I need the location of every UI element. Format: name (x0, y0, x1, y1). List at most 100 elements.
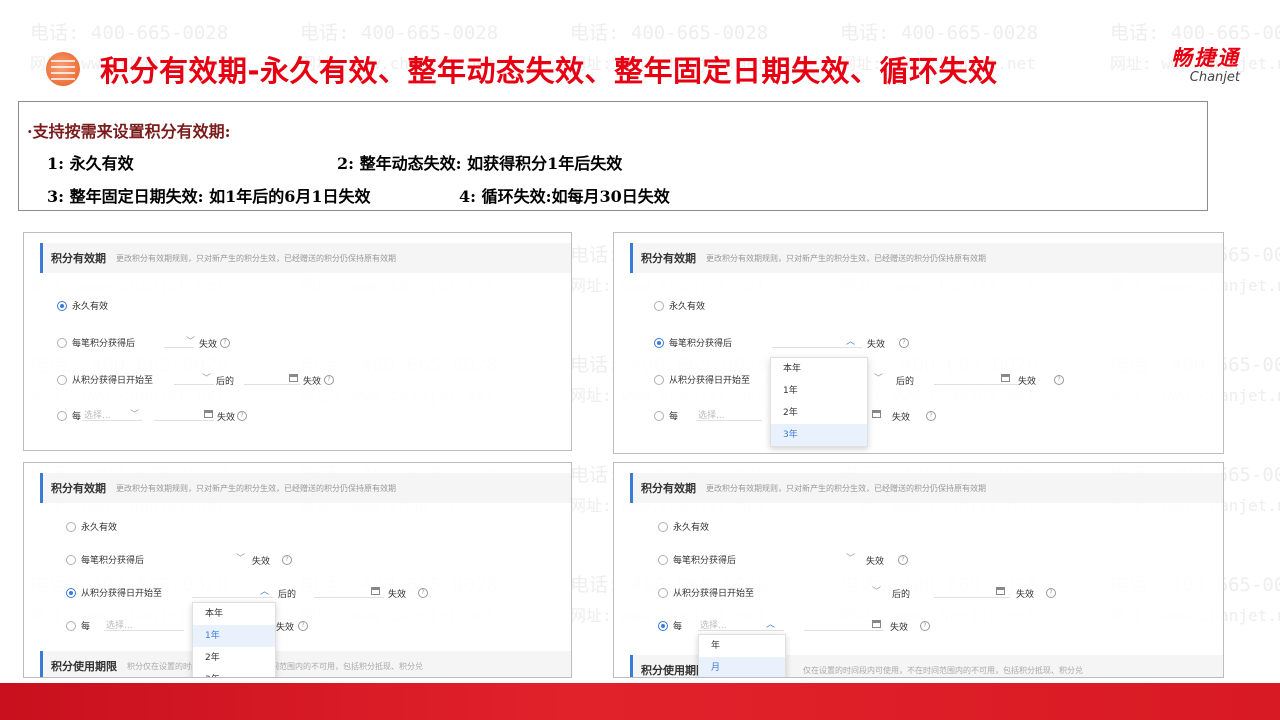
help-circle-icon: ? (1046, 588, 1056, 598)
calendar-icon[interactable] (872, 410, 881, 418)
option-from-date[interactable]: 从积分获得日开始至 (654, 373, 750, 386)
radio[interactable] (654, 300, 664, 311)
option-label: 每笔积分获得后 (673, 556, 737, 566)
watermark-phone: 电话: 400-665-0028 (1110, 22, 1280, 44)
chevron-down-icon: ﹀ (186, 337, 196, 347)
calendar-icon[interactable] (371, 587, 380, 595)
screenshot-from-date: 积分有效期 更改积分有效期规则，只对新产生的积分生效，已经赠送的积分仍保持原有效… (23, 462, 572, 678)
option-permanent[interactable]: 永久有效 (654, 299, 705, 312)
usage-description: 仅在设置的时间段内可使用，不在时间范围内的不可用，包括积分抵现、积分兑 (803, 665, 1083, 675)
dropdown-option-year[interactable]: 年 (699, 635, 785, 657)
radio[interactable] (658, 587, 668, 598)
option-every[interactable]: 每 (57, 409, 81, 422)
radio-selected[interactable] (57, 300, 67, 311)
help-circle-icon: ? (418, 588, 428, 598)
option-per-gain[interactable]: 每笔积分获得后 (57, 336, 135, 349)
radio[interactable] (66, 620, 76, 631)
option-from-date[interactable]: 从积分获得日开始至 (658, 586, 754, 599)
select-placeholder: 选择... (700, 621, 727, 631)
option-label: 从积分获得日开始至 (81, 589, 163, 599)
radio[interactable] (654, 410, 664, 421)
panel-title: 积分有效期 (51, 252, 106, 265)
radio-selected[interactable] (66, 587, 76, 598)
dropdown-option-month[interactable]: 月 (699, 657, 785, 677)
option-every[interactable]: 每 (654, 409, 678, 422)
option-permanent[interactable]: 永久有效 (66, 520, 117, 533)
option-label: 从积分获得日开始至 (669, 376, 751, 386)
help-circle-icon: ? (220, 338, 230, 348)
option-label: 从积分获得日开始至 (673, 589, 755, 599)
option-from-date[interactable]: 从积分获得日开始至 (66, 586, 162, 599)
expire-label: 失效 (890, 623, 909, 633)
watermark-phone: 电话: 400-665-0028 (570, 22, 769, 44)
chevron-up-icon: ︿ (846, 337, 856, 347)
option-permanent[interactable]: 永久有效 (57, 299, 108, 312)
option-label: 每 (81, 622, 91, 632)
dropdown-option-2-years[interactable]: 2年 (193, 647, 275, 669)
option-from-date[interactable]: 从积分获得日开始至 (57, 373, 153, 386)
screenshot-per-gain: 积分有效期 更改积分有效期规则，只对新产生的积分生效，已经赠送的积分仍保持原有效… (613, 232, 1224, 454)
dropdown-option-3-years[interactable]: 3年 (771, 424, 867, 446)
option-permanent[interactable]: 永久有效 (658, 520, 709, 533)
watermark-phone: 电话: 400-665-0028 (30, 22, 229, 44)
radio[interactable] (57, 337, 67, 348)
logo-cn: 畅捷通 (1171, 46, 1240, 70)
calendar-icon[interactable] (872, 620, 881, 628)
option-per-gain[interactable]: 每笔积分获得后 (658, 553, 736, 566)
expire-label: 失效 (303, 377, 322, 387)
dropdown-option-this-year[interactable]: 本年 (771, 358, 867, 380)
dropdown-option-1-year[interactable]: 1年 (193, 625, 275, 647)
screenshot-permanent: 积分有效期 更改积分有效期规则，只对新产生的积分生效，已经赠送的积分仍保持原有效… (23, 232, 572, 451)
intro-heading: ·支持按需来设置积分有效期: (27, 122, 231, 141)
help-circle-icon: ? (899, 338, 909, 348)
option-per-gain[interactable]: 每笔积分获得后 (654, 336, 732, 349)
dropdown-option-3-years[interactable]: 3年 (193, 669, 275, 677)
option-every[interactable]: 每 (66, 619, 90, 632)
select-placeholder: 选择... (106, 621, 133, 631)
panel-header: 积分有效期 更改积分有效期规则，只对新产生的积分生效，已经赠送的积分仍保持原有效… (40, 473, 571, 503)
calendar-icon[interactable] (204, 410, 213, 418)
expire-label: 失效 (1018, 377, 1037, 387)
panel-description: 更改积分有效期规则，只对新产生的积分生效，已经赠送的积分仍保持原有效期 (116, 483, 396, 493)
option-label: 每 (72, 412, 82, 422)
radio[interactable] (57, 374, 67, 385)
option-per-gain[interactable]: 每笔积分获得后 (66, 553, 144, 566)
usage-header: 积分使用期限 积分仅在设置的时间段内可使用，不在时间范围内的不可用，包括积分抵现… (40, 651, 571, 677)
dropdown-option-this-year[interactable]: 本年 (193, 603, 275, 625)
radio[interactable] (658, 554, 668, 565)
chevron-down-icon: ﹀ (130, 410, 140, 420)
radio-selected[interactable] (654, 337, 664, 348)
option-label: 永久有效 (72, 302, 109, 312)
option-label: 从积分获得日开始至 (72, 376, 154, 386)
radio[interactable] (66, 521, 76, 532)
panel-header: 积分有效期 更改积分有效期规则，只对新产生的积分生效，已经赠送的积分仍保持原有效… (630, 243, 1223, 273)
dropdown-option-2-years[interactable]: 2年 (771, 402, 867, 424)
option-label: 每笔积分获得后 (669, 339, 733, 349)
panel-description: 更改积分有效期规则，只对新产生的积分生效，已经赠送的积分仍保持原有效期 (116, 253, 396, 263)
cycle-select[interactable]: 选择... (104, 617, 184, 631)
after-label: 后的 (892, 590, 911, 600)
expire-label: 失效 (1016, 590, 1035, 600)
calendar-icon[interactable] (289, 374, 298, 382)
radio[interactable] (658, 521, 668, 532)
chevron-down-icon: ﹀ (202, 374, 212, 384)
years-dropdown: 本年 1年 2年 3年 (770, 357, 868, 447)
expire-label: 失效 (199, 340, 218, 350)
cycle-dropdown: 年 月 (698, 634, 786, 677)
radio[interactable] (654, 374, 664, 385)
panel-header: 积分有效期 更改积分有效期规则，只对新产生的积分生效，已经赠送的积分仍保持原有效… (40, 243, 571, 273)
chevron-down-icon: ﹀ (874, 374, 884, 384)
option-label: 每笔积分获得后 (81, 556, 145, 566)
slide-title: 积分有效期-永久有效、整年动态失效、整年固定日期失效、循环失效 (100, 54, 998, 88)
calendar-icon[interactable] (996, 587, 1005, 595)
select-placeholder: 选择... (84, 411, 111, 421)
radio[interactable] (66, 554, 76, 565)
expire-label: 失效 (867, 340, 886, 350)
radio[interactable] (57, 410, 67, 421)
dropdown-option-1-year[interactable]: 1年 (771, 380, 867, 402)
radio-selected[interactable] (658, 620, 668, 631)
calendar-icon[interactable] (1001, 374, 1010, 382)
option-label: 永久有效 (673, 523, 710, 533)
option-every[interactable]: 每 (658, 619, 682, 632)
cycle-select[interactable]: 选择... (696, 407, 762, 421)
